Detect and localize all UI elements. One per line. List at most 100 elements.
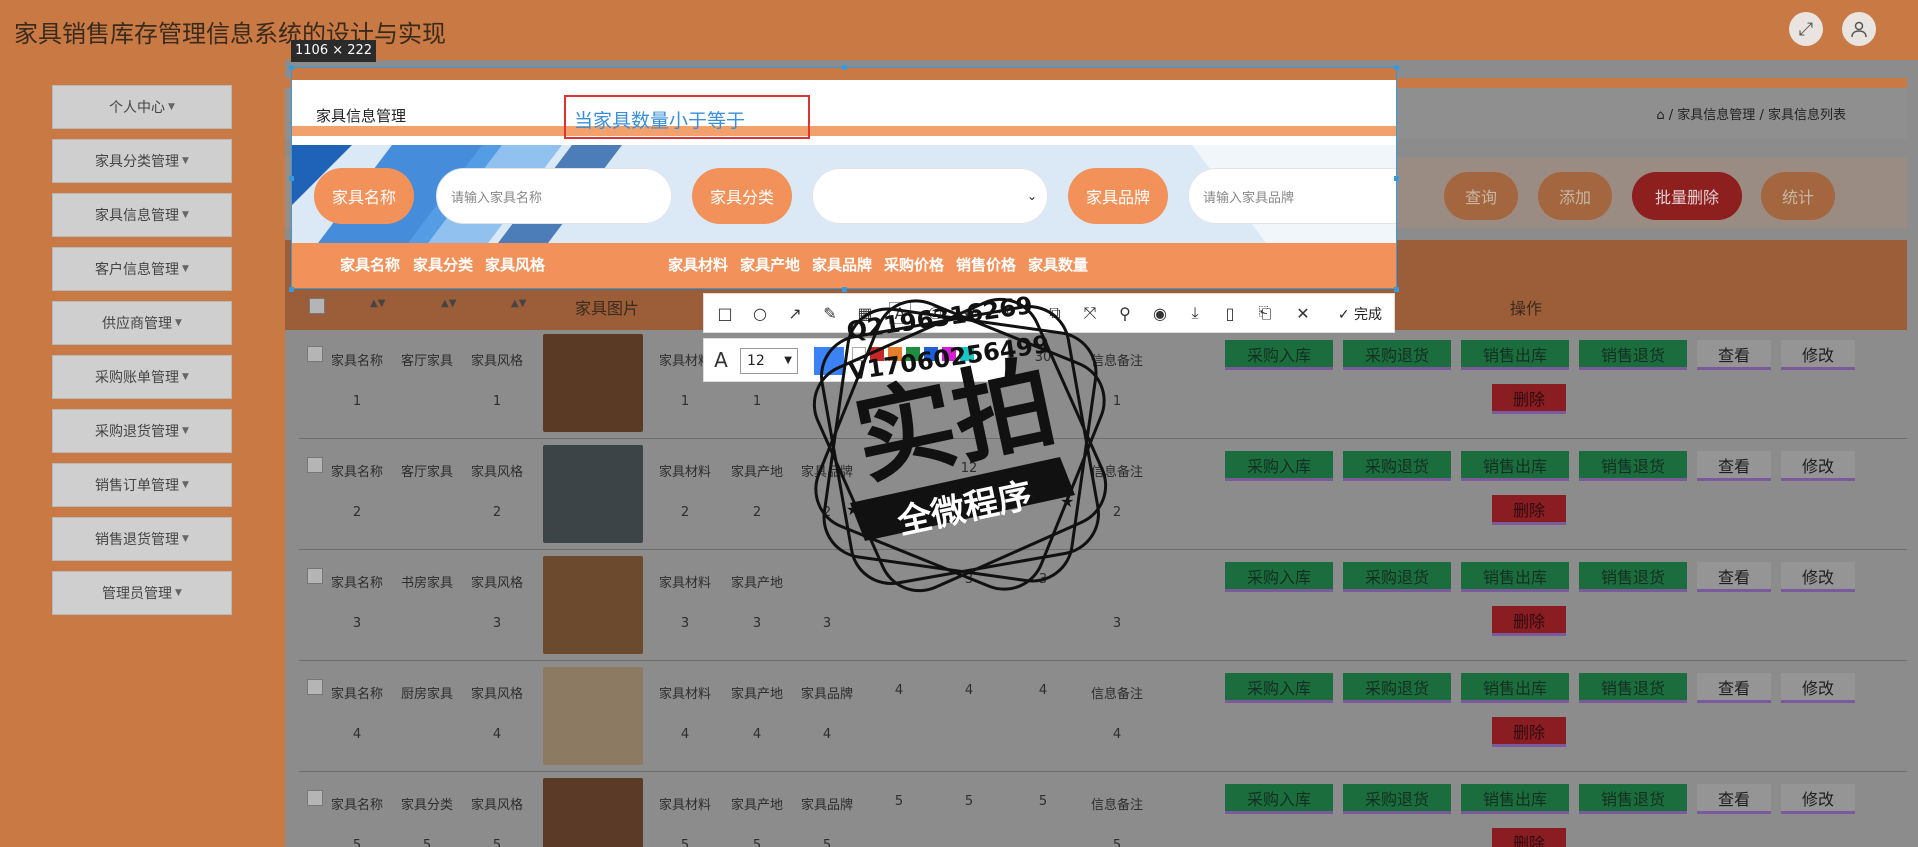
sale-out-button[interactable]: 销售出库 <box>1461 673 1569 703</box>
text-annotation-box[interactable]: 当家具数量小于等于 <box>564 95 810 139</box>
delete-button[interactable]: 删除 <box>1492 606 1566 636</box>
bookmark-icon[interactable]: ⎗ <box>1254 302 1276 324</box>
sidebar-item-admin[interactable]: 管理员管理 ▼ <box>52 571 232 615</box>
edit-button[interactable]: 修改 <box>1781 340 1855 370</box>
phone-icon[interactable]: ▯ <box>1219 302 1241 324</box>
rectangle-icon[interactable]: □ <box>714 302 736 324</box>
download-icon[interactable]: ⤓ <box>1184 302 1206 324</box>
sidebar-item-category[interactable]: 家具分类管理 ▼ <box>52 139 232 183</box>
close-icon[interactable]: ✕ <box>1292 302 1314 324</box>
search-label-brand: 家具品牌 <box>1068 168 1168 224</box>
add-button[interactable]: 添加 <box>1538 172 1612 220</box>
chevron-down-icon: ▼ <box>182 426 189 436</box>
sidebar-item-furniture[interactable]: 家具信息管理 ▼ <box>52 193 232 237</box>
purchase-in-button[interactable]: 采购入库 <box>1225 562 1333 592</box>
sale-out-button[interactable]: 销售出库 <box>1461 784 1569 814</box>
chevron-down-icon: ▼ <box>182 210 189 220</box>
text-annotation[interactable]: 当家具数量小于等于 <box>574 106 745 133</box>
furniture-image[interactable] <box>543 445 643 543</box>
sidebar-item-customer[interactable]: 客户信息管理 ▼ <box>52 247 232 291</box>
section-title: 家具信息管理 <box>316 107 407 125</box>
sale-out-button[interactable]: 销售出库 <box>1461 562 1569 592</box>
query-button[interactable]: 查询 <box>1444 172 1518 220</box>
sidebar-item-purchase-bill[interactable]: 采购账单管理 ▼ <box>52 355 232 399</box>
chevron-down-icon: ▼ <box>182 372 189 382</box>
purchase-in-button[interactable]: 采购入库 <box>1225 340 1333 370</box>
resize-handle[interactable] <box>289 65 294 70</box>
chevron-down-icon: ▼ <box>182 534 189 544</box>
resize-handle[interactable] <box>842 65 847 70</box>
row-checkbox[interactable] <box>307 457 323 473</box>
sidebar-item-purchase-return[interactable]: 采购退货管理 ▼ <box>52 409 232 453</box>
breadcrumb-item[interactable]: 家具信息管理 <box>1677 108 1755 123</box>
delete-button[interactable]: 删除 <box>1492 717 1566 747</box>
edit-button[interactable]: 修改 <box>1781 451 1855 481</box>
sale-out-button[interactable]: 销售出库 <box>1461 451 1569 481</box>
sale-return-button[interactable]: 销售退货 <box>1579 451 1687 481</box>
home-icon[interactable]: ⌂ <box>1656 108 1664 123</box>
category-select[interactable]: ⌄ <box>812 168 1048 224</box>
row-checkbox[interactable] <box>307 346 323 362</box>
app-title: 家具销售库存管理信息系统的设计与实现 <box>14 20 446 48</box>
column-header-actions: 操作 <box>1510 299 1543 318</box>
sort-icon[interactable]: ▲▼ <box>370 298 385 309</box>
done-button[interactable]: ✓ 完成 <box>1338 304 1382 324</box>
view-button[interactable]: 查看 <box>1697 340 1771 370</box>
select-all-checkbox[interactable] <box>309 298 325 314</box>
sale-return-button[interactable]: 销售退货 <box>1579 784 1687 814</box>
purchase-return-button[interactable]: 采购退货 <box>1343 562 1451 592</box>
edit-button[interactable]: 修改 <box>1781 562 1855 592</box>
sidebar-item-profile[interactable]: 个人中心 ▼ <box>52 85 232 129</box>
sort-icon[interactable]: ▲▼ <box>441 298 456 309</box>
batch-delete-button[interactable]: 批量删除 <box>1632 172 1742 220</box>
resize-handle[interactable] <box>1394 176 1399 181</box>
search-input-name[interactable]: 请输入家具名称 <box>436 168 672 224</box>
purchase-in-button[interactable]: 采购入库 <box>1225 673 1333 703</box>
furniture-image[interactable] <box>543 334 643 432</box>
top-bar: 家具销售库存管理信息系统的设计与实现 ⤢ <box>0 0 1918 60</box>
svg-text:★: ★ <box>846 500 860 519</box>
resize-handle[interactable] <box>1394 65 1399 70</box>
furniture-image[interactable] <box>543 667 643 765</box>
purchase-return-button[interactable]: 采购退货 <box>1343 673 1451 703</box>
furniture-image[interactable] <box>543 778 643 847</box>
view-button[interactable]: 查看 <box>1697 562 1771 592</box>
purchase-return-button[interactable]: 采购退货 <box>1343 451 1451 481</box>
delete-button[interactable]: 删除 <box>1492 495 1566 525</box>
resize-handle[interactable] <box>289 176 294 181</box>
delete-button[interactable]: 删除 <box>1492 384 1566 414</box>
resize-handle[interactable] <box>289 287 294 292</box>
row-checkbox[interactable] <box>307 679 323 695</box>
sidebar-item-sales-order[interactable]: 销售订单管理 ▼ <box>52 463 232 507</box>
sidebar-item-supplier[interactable]: 供应商管理 ▼ <box>52 301 232 345</box>
row-checkbox[interactable] <box>307 790 323 806</box>
table-row: 家具名称 家具分类 家具风格 5 5 5 家具材料 家具产地 家具品牌 5 5 … <box>299 772 1907 847</box>
edit-button[interactable]: 修改 <box>1781 784 1855 814</box>
search-input-brand[interactable]: 请输入家具品牌 <box>1188 168 1396 224</box>
stats-button[interactable]: 统计 <box>1761 172 1835 220</box>
view-button[interactable]: 查看 <box>1697 673 1771 703</box>
view-button[interactable]: 查看 <box>1697 451 1771 481</box>
resize-handle[interactable] <box>1394 287 1399 292</box>
purchase-return-button[interactable]: 采购退货 <box>1343 340 1451 370</box>
column-header-image: 家具图片 <box>575 299 640 318</box>
capture-size-label: 1106 × 222 <box>291 40 377 62</box>
sale-return-button[interactable]: 销售退货 <box>1579 673 1687 703</box>
purchase-return-button[interactable]: 采购退货 <box>1343 784 1451 814</box>
delete-button[interactable]: 删除 <box>1492 828 1566 847</box>
row-checkbox[interactable] <box>307 568 323 584</box>
sale-return-button[interactable]: 销售退货 <box>1579 562 1687 592</box>
furniture-image[interactable] <box>543 556 643 654</box>
user-avatar-icon[interactable] <box>1842 12 1876 46</box>
edit-button[interactable]: 修改 <box>1781 673 1855 703</box>
sidebar: 个人中心 ▼ 家具分类管理 ▼ 家具信息管理 ▼ 客户信息管理 ▼ 供应商管理 ▼ 采购账… <box>0 60 285 847</box>
column-header-material: 家具材料 <box>668 256 729 274</box>
fullscreen-icon[interactable]: ⤢ <box>1789 12 1823 46</box>
view-button[interactable]: 查看 <box>1697 784 1771 814</box>
sort-icon[interactable]: ▲▼ <box>511 298 526 309</box>
sidebar-item-sales-return[interactable]: 销售退货管理 ▼ <box>52 517 232 561</box>
purchase-in-button[interactable]: 采购入库 <box>1225 451 1333 481</box>
sale-return-button[interactable]: 销售退货 <box>1579 340 1687 370</box>
sale-out-button[interactable]: 销售出库 <box>1461 340 1569 370</box>
purchase-in-button[interactable]: 采购入库 <box>1225 784 1333 814</box>
